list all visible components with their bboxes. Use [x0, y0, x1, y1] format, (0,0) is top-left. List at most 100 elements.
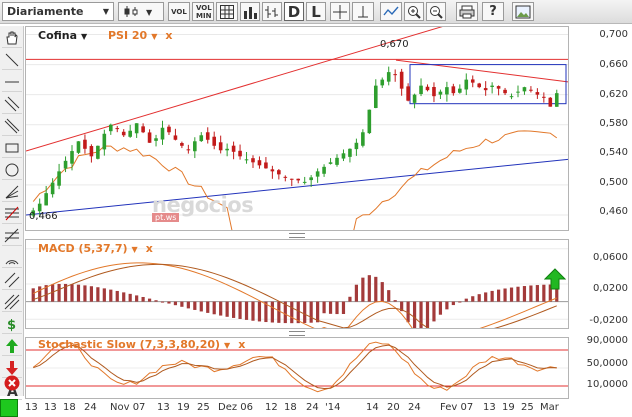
macd-histogram-bar: [186, 301, 190, 309]
macd-histogram-bar: [522, 286, 527, 302]
macd-histogram-bar: [354, 284, 359, 302]
bar-chart-button[interactable]: [240, 2, 260, 21]
date-label: 20: [387, 402, 400, 413]
pan-tool[interactable]: [2, 28, 22, 48]
dollar-tool[interactable]: $: [2, 314, 22, 334]
candle-down: [451, 86, 456, 94]
help-button[interactable]: ?: [482, 2, 504, 21]
remove-stochastic-button[interactable]: x: [238, 338, 245, 351]
stochastic-indicator[interactable]: Stochastic Slow (7,3,3,80,20) ▼ x: [38, 338, 245, 351]
macd-histogram-bar: [128, 293, 132, 302]
parallel-tool[interactable]: [2, 116, 22, 136]
horizontal-line-icon: [5, 81, 19, 82]
channel-tool[interactable]: [2, 94, 22, 114]
bars-icon: [244, 6, 257, 19]
panel-resize-handle[interactable]: [25, 329, 569, 337]
trend-tool-button[interactable]: [380, 2, 402, 21]
macd-histogram-bar: [57, 283, 61, 302]
timeframe-select[interactable]: Diariamente ▼: [2, 2, 114, 21]
macd-histogram-bar: [167, 301, 171, 304]
price-axis-label: 0,580: [599, 118, 628, 129]
chevron-down-icon: ▼: [81, 32, 88, 41]
arrow-up-icon: [6, 338, 18, 353]
pitchfork-tool[interactable]: [2, 292, 22, 312]
overlay-indicator[interactable]: PSI 20 ▼ x: [108, 29, 172, 42]
instrument-name: Cofina: [38, 29, 78, 42]
grid-button[interactable]: [216, 2, 238, 21]
remove-macd-button[interactable]: x: [146, 242, 153, 255]
ellipse-tool[interactable]: [2, 160, 22, 180]
regression-tool[interactable]: [2, 270, 22, 290]
candle-down: [141, 126, 145, 133]
chart-type-button[interactable]: ▼: [118, 2, 164, 21]
fan-tool[interactable]: [2, 182, 22, 202]
grid-icon: [220, 4, 234, 19]
chart-style-button[interactable]: [262, 2, 282, 21]
volume-button[interactable]: VOL: [168, 2, 190, 21]
candle-down: [89, 146, 94, 157]
macd-histogram-bar: [135, 295, 139, 302]
date-label: Nov 07: [110, 402, 146, 413]
consolidation-box: [409, 64, 567, 105]
gann-tool[interactable]: [2, 226, 22, 246]
parallel-lines-icon: [4, 118, 20, 133]
cursor-line-button[interactable]: [352, 2, 374, 21]
volume-min-button[interactable]: VOL MIN: [192, 2, 214, 21]
image-icon: [515, 5, 531, 18]
candle-down: [503, 89, 507, 94]
price-axis-label: 0,700: [599, 29, 628, 40]
candle-down: [535, 92, 540, 95]
candle-down: [257, 160, 262, 166]
zoom-out-button[interactable]: [426, 2, 446, 21]
candle-up: [490, 85, 494, 87]
remove-overlay-button[interactable]: x: [165, 29, 172, 42]
macd-histogram-bar: [206, 301, 210, 313]
date-label: Mar: [540, 402, 559, 413]
stochastic-panel: Stochastic Slow (7,3,3,80,20) ▼ x: [25, 337, 569, 399]
delete-drawings-button[interactable]: [3, 374, 21, 392]
macd-indicator[interactable]: MACD (5,37,7) ▼ x: [38, 242, 153, 255]
timeframe-label: Diariamente: [7, 5, 84, 18]
candle-up: [108, 124, 113, 132]
candle-up: [315, 171, 320, 177]
candle-up: [354, 142, 359, 150]
cursor-line-icon: [358, 5, 368, 17]
trend-icon: [383, 6, 399, 15]
arc-tool[interactable]: [2, 248, 22, 268]
macd-histogram-bar: [335, 301, 339, 315]
stochastic-d-line: [33, 344, 557, 390]
arrow-up-icon: [544, 268, 566, 290]
price-axis-label: 0,500: [599, 177, 628, 188]
zoom-in-button[interactable]: [404, 2, 424, 21]
buy-arrow-tool[interactable]: [2, 336, 22, 356]
macd-histogram-bar: [115, 290, 119, 302]
macd-axis-label: 0,0200: [593, 283, 628, 294]
delete-icon: [4, 375, 20, 391]
candlestick-icon: ▼: [124, 6, 153, 17]
daily-button[interactable]: D: [284, 2, 304, 21]
panel-resize-handle[interactable]: [25, 231, 569, 239]
macd-histogram-bar: [464, 298, 468, 302]
svg-text:▼: ▼: [146, 8, 153, 17]
candle-down: [542, 96, 546, 98]
hand-icon: [6, 31, 18, 44]
candle-up: [341, 153, 346, 159]
fibonacci-tool[interactable]: [2, 204, 22, 224]
crosshair-button[interactable]: [330, 2, 350, 21]
macd-histogram-bar: [193, 301, 197, 310]
channel-icon: [4, 96, 20, 111]
rectangle-tool[interactable]: [2, 138, 22, 158]
macd-histogram-bar: [160, 301, 165, 303]
horizontal-line-tool[interactable]: [2, 72, 22, 92]
candle-up: [386, 72, 391, 82]
regression-icon: [4, 272, 20, 287]
price-axis: 0,700 0,660 0,620 0,580 0,540 0,500 0,46…: [569, 26, 632, 231]
line-tool[interactable]: [2, 50, 22, 70]
linear-scale-button[interactable]: L: [306, 2, 326, 21]
save-image-button[interactable]: [512, 2, 534, 21]
date-label: 24: [306, 402, 319, 413]
print-button[interactable]: [456, 2, 478, 21]
macd-panel: MACD (5,37,7) ▼ x: [25, 239, 569, 342]
instrument-select[interactable]: Cofina ▼: [38, 29, 87, 42]
macd-histogram-bar: [341, 301, 346, 314]
